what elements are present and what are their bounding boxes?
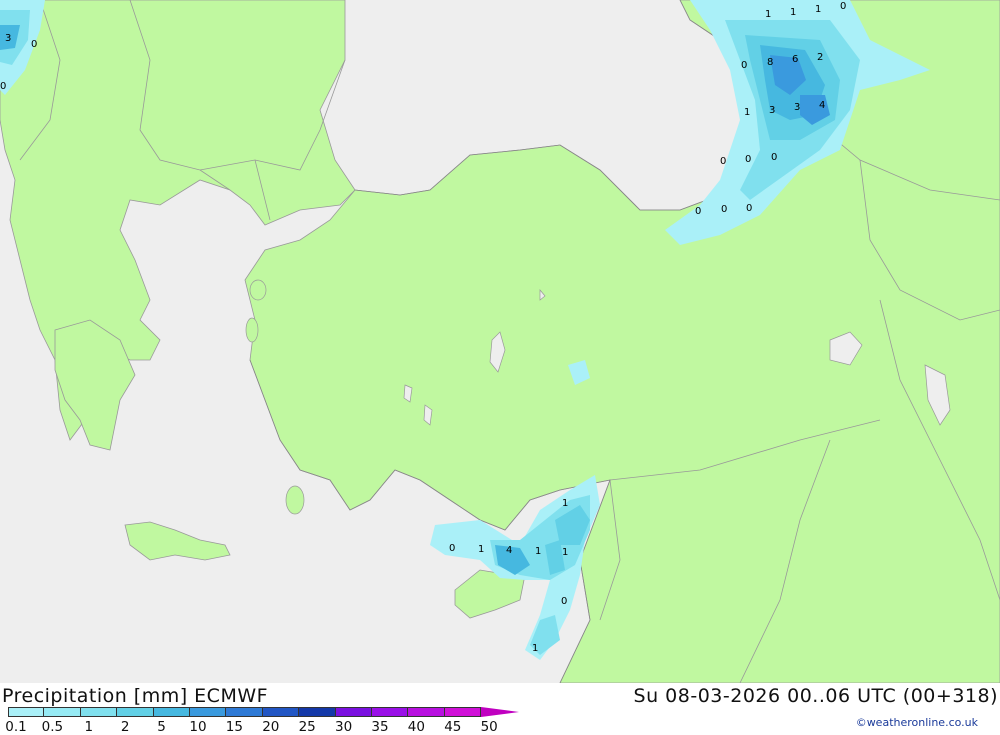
forecast-datetime: Su 08-03-2026 00..06 UTC (00+318) xyxy=(633,685,998,707)
value-label: 0 xyxy=(0,81,6,92)
value-label: 0 xyxy=(721,204,727,215)
value-label: 1 xyxy=(765,9,771,20)
legend-arrow xyxy=(481,707,520,717)
legend-swatch xyxy=(335,707,372,717)
value-label: 3 xyxy=(794,102,800,113)
value-label: 0 xyxy=(745,154,751,165)
map-title: Precipitation [mm] ECMWF xyxy=(2,685,269,707)
value-label: 0 xyxy=(840,1,846,12)
legend-swatch xyxy=(44,707,81,717)
value-label: 1 xyxy=(532,643,538,654)
value-label: 0 xyxy=(771,152,777,163)
value-label: 3 xyxy=(5,33,11,44)
value-label: 0 xyxy=(720,156,726,167)
legend-swatch xyxy=(299,707,336,717)
legend-swatch xyxy=(371,707,409,717)
credit-link[interactable]: ©weatheronline.co.uk xyxy=(856,716,978,729)
color-scale-legend xyxy=(8,707,520,717)
legend-swatch xyxy=(226,707,263,717)
legend-swatch xyxy=(189,707,227,717)
legend-swatch xyxy=(8,707,45,717)
legend-swatch xyxy=(408,707,445,717)
value-label: 0 xyxy=(741,60,747,71)
value-label: 8 xyxy=(767,57,773,68)
value-label: 4 xyxy=(819,100,825,111)
value-label: 2 xyxy=(817,52,823,63)
value-label: 3 xyxy=(769,105,775,116)
legend-swatch xyxy=(117,707,154,717)
value-label: 1 xyxy=(478,544,484,555)
value-label: 0 xyxy=(31,39,37,50)
value-label: 0 xyxy=(561,596,567,607)
legend-swatch xyxy=(80,707,118,717)
value-label: 1 xyxy=(790,7,796,18)
value-label: 1 xyxy=(562,547,568,558)
footer: Precipitation [mm] ECMWF Su 08-03-2026 0… xyxy=(0,683,1000,735)
value-label: 0 xyxy=(695,206,701,217)
legend-labels: 0.1 0.5 1 2 5 10 15 20 25 30 35 40 45 50 xyxy=(0,719,520,735)
value-label: 1 xyxy=(815,4,821,15)
value-label: 1 xyxy=(744,107,750,118)
legend-swatch xyxy=(262,707,300,717)
value-label: 4 xyxy=(506,545,512,556)
value-label: 0 xyxy=(746,203,752,214)
precipitation-map: 3 0 0 1 1 1 0 0 8 6 2 1 3 3 4 0 0 0 0 0 … xyxy=(0,0,1000,683)
legend-swatch xyxy=(444,707,482,717)
legend-swatch xyxy=(153,707,190,717)
value-label: 1 xyxy=(535,546,541,557)
value-label: 0 xyxy=(449,543,455,554)
value-label: 6 xyxy=(792,54,798,65)
value-label: 1 xyxy=(562,498,568,509)
